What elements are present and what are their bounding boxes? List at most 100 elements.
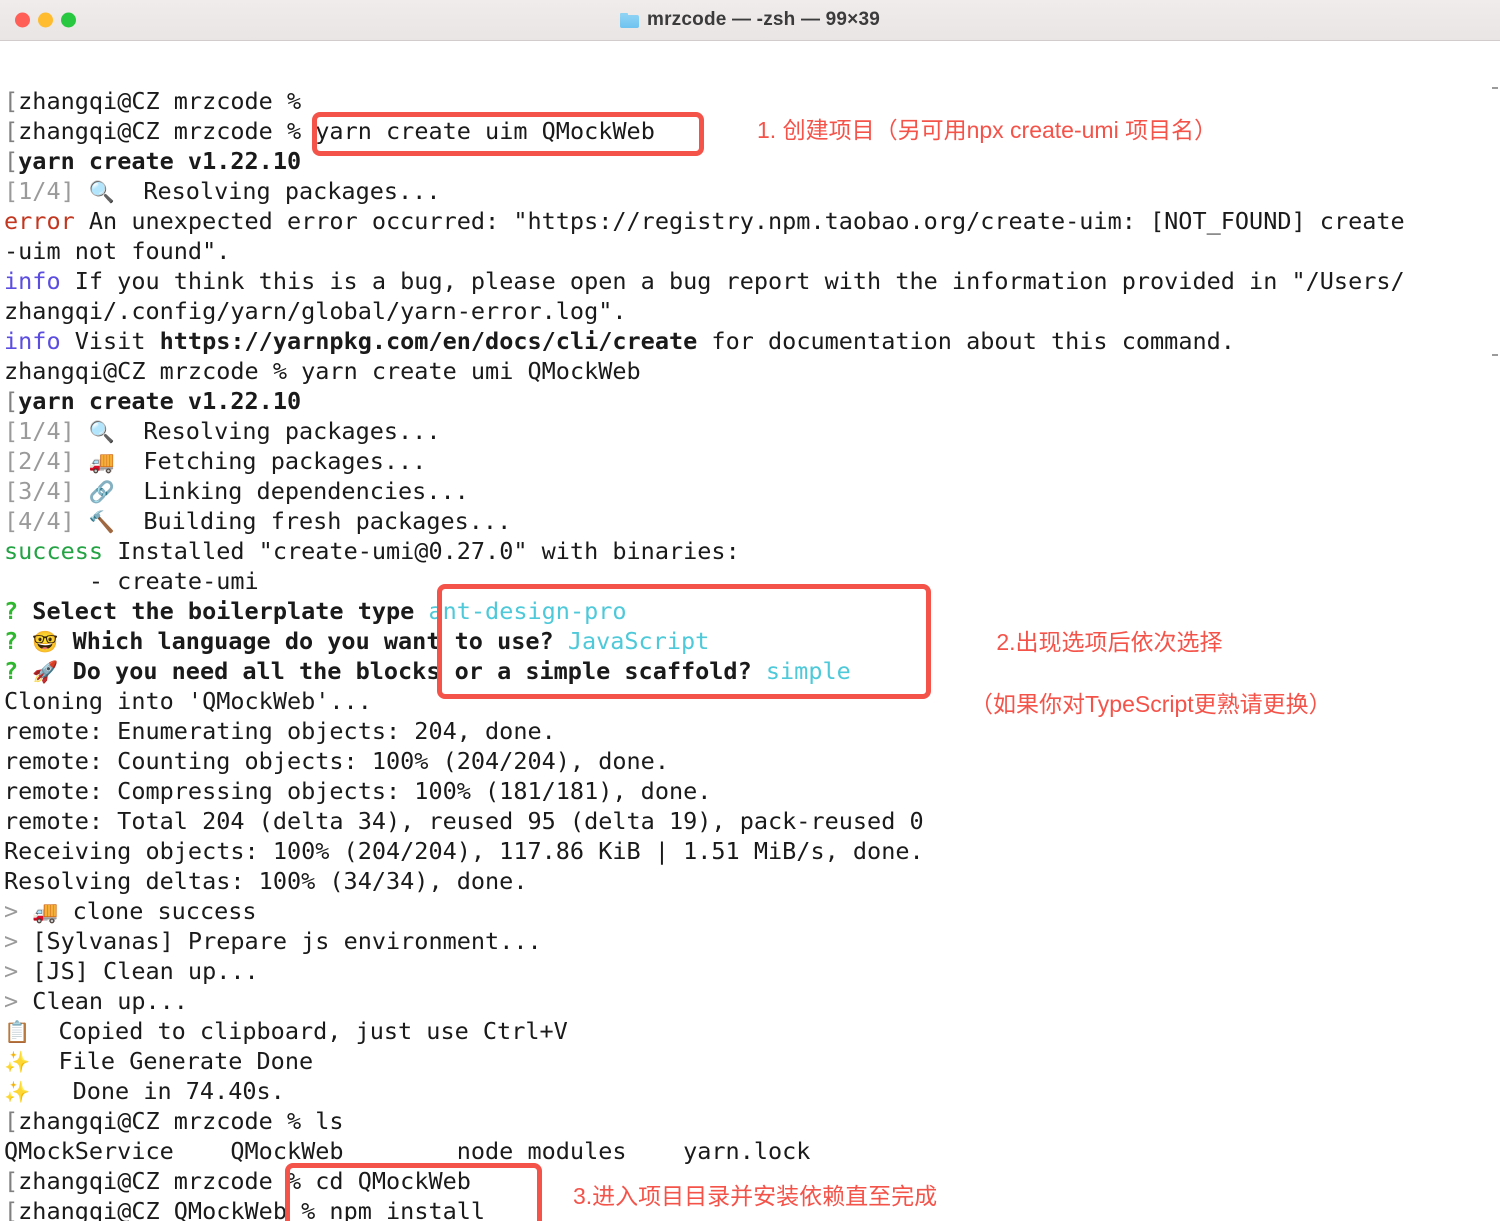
terminal-line: - create-umi (4, 566, 1500, 596)
step-counter: [4/4] (4, 507, 75, 535)
step-text: Resolving packages... (115, 177, 441, 205)
answer-scaffold: simple (765, 657, 851, 685)
info-message-cont: zhangqi/.config/yarn/global/yarn-error.l… (4, 297, 627, 325)
remote-total: remote: Total 204 (delta 34), reused 95 … (4, 807, 924, 835)
terminal-line: [zhangqi@CZ mrzcode % (4, 87, 316, 115)
info-visit-text: Visit (60, 327, 160, 355)
terminal-line: info Visit https://yarnpkg.com/en/docs/c… (4, 326, 1500, 356)
terminal-line: [1/4] 🔍 Resolving packages... (4, 176, 1500, 206)
maximize-button[interactable] (61, 12, 76, 28)
question-boilerplate-label: Select the boilerplate type (18, 597, 429, 625)
terminal-line: [zhangqi@CZ mrzcode % yarn create uim QM… (4, 117, 655, 145)
terminal-line: zhangqi@CZ mrzcode % yarn create umi QMo… (4, 356, 1500, 386)
question-marker: ? (4, 597, 19, 625)
terminal-line: error An unexpected error occurred: "htt… (4, 206, 1500, 236)
rocket-icon: 🚀 (32, 660, 59, 684)
shell-prompt: zhangqi@CZ mrzcode (18, 1167, 287, 1195)
answer-language: JavaScript (567, 627, 710, 655)
terminal-line: info If you think this is a bug, please … (4, 266, 1500, 296)
yarn-version: yarn create v1.22.10 (18, 147, 302, 175)
shell-prompt: zhangqi@CZ QMockWeb (18, 1197, 287, 1221)
terminal-line: [yarn create v1.22.10 (4, 147, 302, 175)
terminal-line: zhangqi/.config/yarn/global/yarn-error.l… (4, 296, 1500, 326)
chevron-marker: > (4, 897, 19, 925)
success-message: Installed "create-umi@0.27.0" with binar… (103, 537, 740, 565)
terminal-line: Receiving objects: 100% (204/204), 117.8… (4, 836, 1500, 866)
window-title-text: mrzcode — -zsh — 99×39 (646, 9, 880, 30)
remote-counting: remote: Counting objects: 100% (204/204)… (4, 747, 669, 775)
clone-line: Cloning into 'QMockWeb'... (4, 687, 372, 715)
scroll-tick (1492, 87, 1498, 89)
command-ls: ls (315, 1107, 344, 1135)
step-counter: [1/4] (4, 177, 75, 205)
done-in-text: Done in 74.40s. (30, 1077, 285, 1105)
terminal-line: ✨ File Generate Done (4, 1046, 1500, 1076)
file-generate-done-text: File Generate Done (30, 1047, 314, 1075)
terminal-line: Resolving deltas: 100% (34/34), done. (4, 866, 1500, 896)
remote-enumerating: remote: Enumerating objects: 204, done. (4, 717, 556, 745)
scroll-tick (1492, 354, 1498, 356)
info-message: If you think this is a bug, please open … (60, 267, 1405, 295)
yarn-docs-url[interactable]: https://yarnpkg.com/en/docs/cli/create (160, 327, 698, 355)
terminal-line: > Clean up... (4, 986, 1500, 1016)
clipboard-icon: 📋 (4, 1020, 31, 1044)
annotation-step-1: 1. 创建项目（另可用npx create-umi 项目名） (757, 117, 1218, 143)
shell-prompt: zhangqi@CZ mrzcode % (18, 87, 316, 115)
step-counter: [1/4] (4, 417, 75, 445)
magnifier-icon: 🔍 (88, 180, 116, 204)
terminal-line: remote: Total 204 (delta 34), reused 95 … (4, 806, 1500, 836)
terminal-line: > [JS] Clean up... (4, 956, 1500, 986)
magnifier-icon: 🔍 (88, 420, 116, 444)
error-keyword: error (4, 207, 75, 235)
annotation-step-2-line1: 2.出现选项后依次选择 (996, 629, 1223, 655)
remote-compressing: remote: Compressing objects: 100% (181/1… (4, 777, 712, 805)
window-controls (15, 12, 76, 28)
error-message: An unexpected error occurred: "https://r… (74, 207, 1405, 235)
chevron-marker: > (4, 927, 19, 955)
annotation-step-2-line2: （如果你对TypeScript更熟请更换） (970, 691, 1332, 717)
cleanup-text: Clean up... (18, 987, 188, 1015)
nerd-face-icon: 🤓 (32, 630, 59, 654)
yarn-version: yarn create v1.22.10 (18, 387, 302, 415)
question-language-label: Which language do you want to use? (58, 627, 568, 655)
terminal-line: [2/4] 🚚 Fetching packages... (4, 446, 1500, 476)
clone-success-text: clone success (58, 897, 257, 925)
sparkles-icon: ✨ (4, 1080, 31, 1104)
annotation-step-3: 3.进入项目目录并安装依赖直至完成 (573, 1183, 938, 1209)
clipboard-text: Copied to clipboard, just use Ctrl+V (30, 1017, 568, 1045)
answer-boilerplate: ant-design-pro (428, 597, 627, 625)
question-scaffold-label: Do you need all the blocks or a simple s… (58, 657, 766, 685)
terminal-line: > 🚚 clone success (4, 896, 1500, 926)
js-cleanup-text: [JS] Clean up... (18, 957, 259, 985)
terminal-line: [1/4] 🔍 Resolving packages... (4, 416, 1500, 446)
chevron-marker: > (4, 987, 19, 1015)
sylvanas-text: [Sylvanas] Prepare js environment... (18, 927, 542, 955)
truck-icon: 🚚 (88, 450, 116, 474)
command-yarn-create-uim: yarn create uim QMockWeb (315, 117, 655, 145)
shell-prompt: zhangqi@CZ mrzcode % (18, 117, 316, 145)
info-tail-text: for documentation about this command. (697, 327, 1235, 355)
shell-prompt: zhangqi@CZ mrzcode % (4, 357, 302, 385)
ls-output: QMockService QMockWeb node_modules yarn.… (4, 1137, 811, 1165)
close-button[interactable] (15, 12, 30, 28)
terminal-line: 📋 Copied to clipboard, just use Ctrl+V (4, 1016, 1500, 1046)
terminal-line: ✨ Done in 74.40s. (4, 1076, 1500, 1106)
hammer-icon: 🔨 (88, 510, 116, 534)
annotation-step-2: 2.出现选项后依次选择 （如果你对TypeScript更熟请更换） (958, 596, 1332, 782)
truck-icon: 🚚 (32, 900, 59, 924)
step-text: Linking dependencies... (115, 477, 469, 505)
folder-icon (619, 12, 639, 28)
sparkles-icon: ✨ (4, 1050, 31, 1074)
terminal-line: [yarn create v1.22.10 (4, 387, 302, 415)
minimize-button[interactable] (38, 12, 53, 28)
chevron-marker: > (4, 957, 19, 985)
terminal-output-area[interactable]: [zhangqi@CZ mrzcode % [zhangqi@CZ mrzcod… (0, 41, 1500, 1221)
terminal-line: success Installed "create-umi@0.27.0" wi… (4, 536, 1500, 566)
window-title: mrzcode — -zsh — 99×39 (0, 9, 1500, 31)
terminal-line: QMockService QMockWeb node_modules yarn.… (4, 1136, 1500, 1166)
link-icon: 🔗 (88, 480, 116, 504)
info-keyword: info (4, 267, 61, 295)
step-text: Resolving packages... (115, 417, 441, 445)
command-yarn-create-umi: yarn create umi QMockWeb (301, 357, 641, 385)
terminal-window: mrzcode — -zsh — 99×39 [zhangqi@CZ mrzco… (0, 0, 1500, 1221)
